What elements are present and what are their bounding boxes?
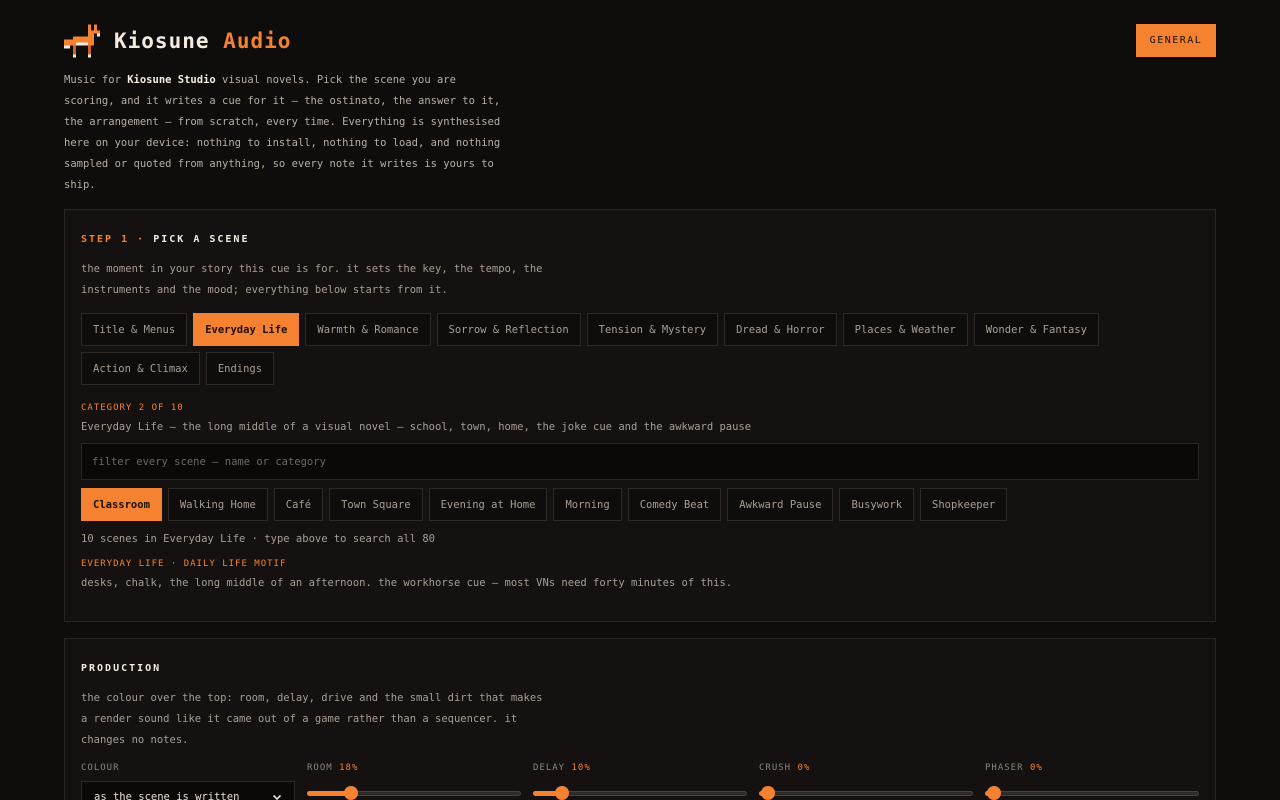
room-slider[interactable] — [307, 785, 521, 800]
header: Kiosune Audio GENERAL — [64, 0, 1216, 80]
scene-description: desks, chalk, the long middle of an afte… — [81, 577, 733, 589]
scene-town-square[interactable]: Town Square — [329, 488, 423, 521]
scene-comedy-beat[interactable]: Comedy Beat — [627, 488, 722, 521]
fox-icon — [64, 24, 100, 58]
scene-evening-at-home[interactable]: Evening at Home — [428, 488, 548, 521]
crush-slider-track[interactable] — [759, 791, 973, 796]
scene-count: 10 scenes in Everyday Life · type above … — [81, 533, 436, 545]
delay-slider-thumb[interactable] — [554, 786, 569, 800]
category-tension-and-mystery[interactable]: Tension & Mystery — [586, 313, 719, 346]
delay-value: 10% — [571, 763, 591, 773]
category-sorrow-and-reflection[interactable]: Sorrow & Reflection — [436, 313, 581, 346]
phaser-control: PHASER 0% — [985, 763, 1199, 800]
room-label: ROOM 18% — [307, 763, 359, 773]
production-card: PRODUCTION the colour over the top: room… — [64, 638, 1216, 800]
category-dread-and-horror[interactable]: Dread & Horror — [724, 313, 837, 346]
logo: Kiosune Audio — [64, 24, 291, 58]
phaser-label: PHASER 0% — [985, 763, 1043, 773]
general-button[interactable]: GENERAL — [1136, 24, 1216, 57]
scene-walking-home[interactable]: Walking Home — [167, 488, 268, 521]
production-description: the colour over the top: room, delay, dr… — [81, 692, 543, 746]
category-everyday-life[interactable]: Everyday Life — [193, 313, 300, 346]
category-warmth-and-romance[interactable]: Warmth & Romance — [305, 313, 431, 346]
scene-list: Classroom Walking Home Café Town Square Even… — [81, 488, 1199, 521]
delay-control: DELAY 10% — [533, 763, 747, 800]
colour-select[interactable]: as the scene is written — [81, 781, 295, 800]
crush-control: CRUSH 0% — [759, 763, 973, 800]
category-endings[interactable]: Endings — [205, 352, 275, 385]
room-control: ROOM 18% — [307, 763, 521, 800]
production-title: PRODUCTION — [81, 663, 162, 674]
delay-slider[interactable] — [533, 785, 747, 800]
scene-caf[interactable]: Café — [273, 488, 324, 521]
category-index: CATEGORY 2 OF 10 — [81, 403, 184, 413]
scene-motif: EVERYDAY LIFE · DAILY LIFE MOTIF — [81, 559, 287, 569]
phaser-slider[interactable] — [985, 785, 1199, 800]
colour-select-value: as the scene is written — [94, 791, 240, 800]
delay-label: DELAY 10% — [533, 763, 591, 773]
phaser-slider-thumb[interactable] — [987, 786, 1001, 800]
scene-shopkeeper[interactable]: Shopkeeper — [920, 488, 1008, 521]
crush-slider-thumb[interactable] — [761, 786, 775, 800]
room-value: 18% — [339, 763, 359, 773]
colour-label: COLOUR — [81, 763, 120, 773]
category-action-and-climax[interactable]: Action & Climax — [81, 352, 200, 385]
category-places-and-weather[interactable]: Places & Weather — [842, 313, 968, 346]
step1-description: the moment in your story this cue is for… — [81, 263, 543, 296]
room-slider-thumb[interactable] — [344, 786, 359, 800]
phaser-value: 0% — [1029, 763, 1043, 773]
brand-name: Kiosune Audio — [114, 29, 292, 53]
intro-text: Music for Kiosune Studio visual novels. … — [64, 74, 501, 191]
chevron-down-icon — [272, 794, 282, 800]
slider-list: ROOM 18% DELAY 10% CRUSH 0% PHASER 0% — [307, 763, 1199, 800]
crush-label: CRUSH 0% — [759, 763, 811, 773]
scene-filter-input[interactable] — [81, 443, 1199, 480]
step1-title: STEP 1 · PICK A SCENE — [81, 234, 250, 245]
colour-control: COLOUR as the scene is written — [81, 763, 295, 800]
crush-slider[interactable] — [759, 785, 973, 800]
category-list: Title & Menus Everyday Life Warmth & Roman… — [81, 313, 1199, 385]
page: Kiosune Audio GENERAL Music for Kiosune … — [64, 0, 1216, 800]
scene-awkward-pause[interactable]: Awkward Pause — [727, 488, 834, 521]
production-controls: COLOUR as the scene is written ROOM 18% D… — [81, 763, 1199, 800]
scene-classroom[interactable]: Classroom — [81, 488, 162, 521]
category-title-and-menus[interactable]: Title & Menus — [81, 313, 188, 346]
crush-value: 0% — [797, 763, 811, 773]
scene-morning[interactable]: Morning — [553, 488, 622, 521]
category-wonder-and-fantasy[interactable]: Wonder & Fantasy — [973, 313, 1099, 346]
scene-busywork[interactable]: Busywork — [839, 488, 915, 521]
step1-card: STEP 1 · PICK A SCENE the moment in your… — [64, 209, 1216, 622]
phaser-slider-track[interactable] — [985, 791, 1199, 796]
category-description: Everyday Life – the long middle of a vis… — [81, 421, 752, 433]
